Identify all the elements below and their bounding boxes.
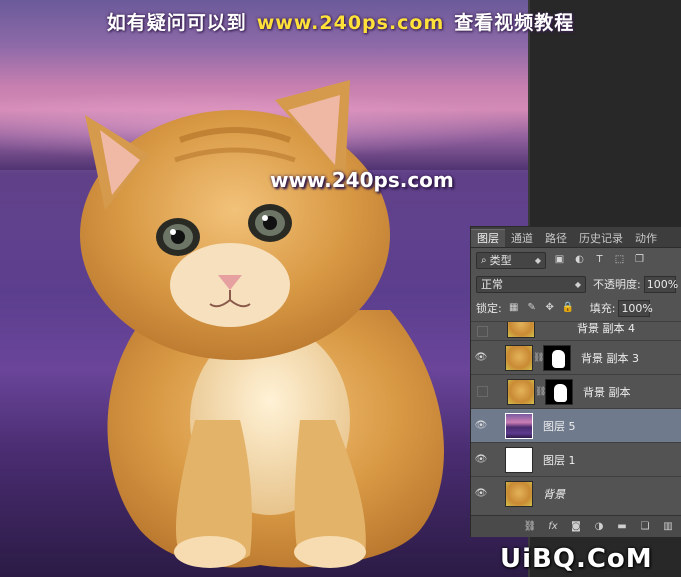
fill-label: 填充: [589,302,616,315]
kitten-image [80,80,444,568]
tab-actions[interactable]: 动作 [629,230,663,247]
tab-channels[interactable]: 通道 [505,230,539,247]
link-icon[interactable]: ⛓ [533,353,544,363]
layer-name[interactable]: 图层 5 [543,418,576,434]
layer-row[interactable]: 👁 图层 1 [471,442,681,476]
layer-name[interactable]: 图层 1 [543,452,576,468]
layer-name[interactable]: 背景 [543,486,565,502]
tab-paths[interactable]: 路径 [539,230,573,247]
watermark-top-right: 查看视频教程 [454,12,575,34]
layer-row-selected[interactable]: 👁 图层 5 [471,408,681,442]
search-icon: ⌕ [481,254,487,266]
layer-thumbnail [507,322,535,338]
folder-icon[interactable]: ▬ [614,521,630,532]
adjustment-layer-icon[interactable]: ◑ [591,521,607,532]
layer-name[interactable]: 背景 副本 3 [581,350,639,366]
layer-name[interactable]: 背景 副本 4 [577,322,635,336]
watermark-top: 如有疑问可以到 www.240ps.com 查看视频教程 [0,8,681,35]
layers-list: 背景 副本 4 👁 ⛓ 背景 副本 3 ⛓ 背景 副本 👁 图层 5 👁 图层 … [471,321,681,510]
document-canvas[interactable] [0,0,528,577]
lock-label: 锁定: [476,302,502,315]
lock-move-icon[interactable]: ✥ [544,302,556,314]
chevron-down-icon: ◆ [574,279,581,289]
fx-icon[interactable]: fx [545,521,561,532]
panel-footer: ⛓ fx ◙ ◑ ▬ ❏ ▥ [471,515,681,537]
visibility-toggle[interactable] [477,386,488,397]
blend-mode-value: 正常 [481,278,503,291]
eye-icon[interactable]: 👁 [471,454,491,465]
shape-filter-icon[interactable]: ⬚ [613,254,626,266]
smart-object-filter-icon[interactable]: ❐ [633,254,646,266]
layer-thumbnail [505,412,533,439]
eye-icon[interactable]: 👁 [471,420,491,431]
filter-kind-select[interactable]: ⌕ 类型 ◆ [476,251,546,269]
opacity-input[interactable]: 100% [643,275,678,293]
link-icon[interactable]: ⛓ [535,387,546,397]
type-filter-icon[interactable]: T [593,254,606,266]
lock-transparent-icon[interactable]: ▦ [508,302,520,314]
layer-row[interactable]: ⛓ 背景 副本 [471,374,681,408]
layer-thumbnail [507,378,535,405]
watermark-top-site: www.240ps.com [256,12,445,34]
blend-row: 正常 ◆ 不透明度: 100% [471,272,681,296]
filter-row: ⌕ 类型 ◆ ▣ ◐ T ⬚ ❐ [471,248,681,272]
pixel-filter-icon[interactable]: ▣ [553,254,566,266]
layer-thumbnail [505,480,533,507]
layer-row[interactable]: 👁 ⛓ 背景 副本 3 [471,340,681,374]
tab-history[interactable]: 历史记录 [573,230,629,247]
filter-kind-value: 类型 [489,254,512,267]
layers-panel: 图层 通道 路径 历史记录 动作 ⌕ 类型 ◆ ▣ ◐ T ⬚ ❐ 正常 ◆ 不… [470,226,681,537]
layer-row[interactable]: 背景 副本 4 [471,321,681,340]
panel-tabs: 图层 通道 路径 历史记录 动作 [471,227,681,248]
layer-row[interactable]: 👁 背景 [471,476,681,510]
tab-layers[interactable]: 图层 [471,229,505,247]
layer-name[interactable]: 背景 副本 [583,384,631,400]
lock-brush-icon[interactable]: ✎ [526,302,538,314]
link-layers-icon[interactable]: ⛓ [522,521,538,532]
watermark-mid: www.240ps.com [270,168,454,192]
adjustment-filter-icon[interactable]: ◐ [573,254,586,266]
eye-icon[interactable]: 👁 [471,352,491,363]
layer-mask-thumbnail[interactable] [545,378,573,405]
watermark-top-left: 如有疑问可以到 [106,12,247,34]
trash-icon[interactable]: ▥ [660,521,676,532]
eye-icon[interactable]: 👁 [471,488,491,499]
opacity-label: 不透明度: [593,278,641,291]
lock-all-icon[interactable]: 🔒 [562,302,574,314]
visibility-toggle[interactable] [477,326,488,337]
fill-input[interactable]: 100% [618,299,653,317]
watermark-bottom: UiBQ.CoM [500,544,653,574]
layer-mask-thumbnail[interactable] [543,344,571,371]
chevron-down-icon: ◆ [534,255,541,265]
new-layer-icon[interactable]: ❏ [637,521,653,532]
layer-thumbnail [505,344,533,371]
lock-row: 锁定: ▦ ✎ ✥ 🔒 填充: 100% [471,296,681,320]
add-mask-icon[interactable]: ◙ [568,521,584,532]
blend-mode-select[interactable]: 正常 ◆ [476,275,586,293]
layer-thumbnail [505,446,533,473]
